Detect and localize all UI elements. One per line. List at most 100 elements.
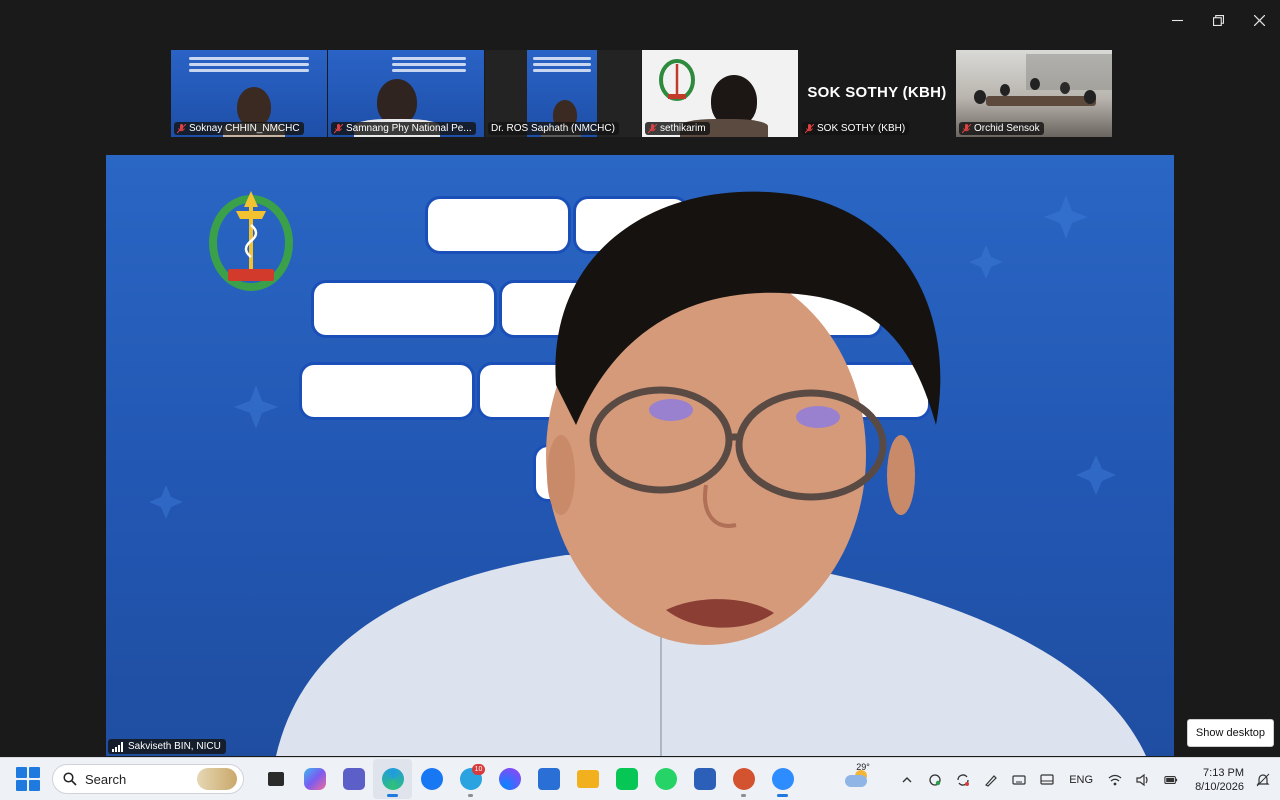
display-button[interactable] xyxy=(1033,760,1061,800)
cloud-sync-icon xyxy=(929,773,941,786)
taskbar-search[interactable]: Search xyxy=(52,764,244,794)
mic-muted-icon xyxy=(962,123,971,133)
restore-icon xyxy=(1213,14,1224,26)
telegram-app[interactable]: 10 xyxy=(451,759,490,799)
edge-app[interactable] xyxy=(373,759,412,799)
search-highlight-image xyxy=(197,768,237,790)
input-language[interactable]: ENG xyxy=(1061,774,1101,786)
refresh-icon xyxy=(957,773,970,786)
copilot-icon xyxy=(303,768,326,790)
keyboard-icon xyxy=(1012,774,1026,785)
participant-tile[interactable]: sethikarim xyxy=(642,50,798,137)
store-app[interactable] xyxy=(529,759,568,799)
network-button[interactable] xyxy=(1101,760,1129,800)
participant-name-label: Soknay CHHIN_NMCHC xyxy=(174,122,304,135)
mic-muted-icon xyxy=(177,123,186,133)
zoom-icon xyxy=(771,768,794,790)
powerpoint-icon xyxy=(732,768,755,790)
mic-muted-icon xyxy=(648,123,657,133)
zoom-app[interactable] xyxy=(763,759,802,799)
word-app[interactable] xyxy=(685,759,724,799)
active-speaker-video[interactable]: Sakviseth BIN, NICU xyxy=(106,155,1174,756)
restore-button[interactable] xyxy=(1198,0,1239,40)
show-desktop-tooltip: Show desktop xyxy=(1186,719,1274,747)
folder-icon xyxy=(576,770,599,788)
battery-icon xyxy=(1164,775,1178,784)
edge-icon xyxy=(381,768,404,790)
teams-icon xyxy=(342,768,365,790)
facebook-app[interactable] xyxy=(412,759,451,799)
participant-tile[interactable]: SOK SOTHY (KBH) SOK SOTHY (KBH) xyxy=(799,50,955,137)
close-icon xyxy=(1254,14,1265,26)
tray-app-3[interactable] xyxy=(977,760,1005,800)
line-app[interactable] xyxy=(607,759,646,799)
bell-icon xyxy=(1256,773,1270,786)
weather-widget[interactable]: 29° xyxy=(841,760,883,800)
monitor-icon xyxy=(1040,773,1054,785)
participant-tile[interactable]: Dr. ROS Saphath (NMCHC) xyxy=(485,50,641,137)
touch-keyboard-button[interactable] xyxy=(1005,760,1033,800)
mic-muted-icon xyxy=(334,123,343,133)
clock-date: 8/10/2026 xyxy=(1195,780,1244,793)
notification-center-button[interactable] xyxy=(1252,760,1274,800)
participant-tile[interactable]: Soknay CHHIN_NMCHC xyxy=(171,50,327,137)
slide-thumbnail xyxy=(388,54,470,75)
participant-name-label: Samnang Phy National Pe... xyxy=(331,122,476,135)
whatsapp-icon xyxy=(654,768,677,790)
participant-name-label: Dr. ROS Saphath (NMCHC) xyxy=(488,122,619,135)
start-button[interactable] xyxy=(16,767,40,791)
search-label: Search xyxy=(85,771,127,787)
mic-muted-icon xyxy=(805,123,814,133)
windows-logo-icon xyxy=(16,767,27,778)
battery-button[interactable] xyxy=(1157,760,1185,800)
participant-name-label: sethikarim xyxy=(645,122,710,135)
taskbar-apps: 10 xyxy=(256,759,802,799)
tray-app-2[interactable] xyxy=(949,760,977,800)
whatsapp-app[interactable] xyxy=(646,759,685,799)
store-icon xyxy=(537,768,560,790)
zoom-meeting-window: Soknay CHHIN_NMCHC Samnang Phy National … xyxy=(0,0,1280,800)
search-icon xyxy=(63,772,77,786)
tray-app-1[interactable] xyxy=(921,760,949,800)
participant-display-name: SOK SOTHY (KBH) xyxy=(807,84,947,101)
window-controls xyxy=(1157,0,1280,40)
task-view-icon xyxy=(267,772,284,786)
close-button[interactable] xyxy=(1239,0,1280,40)
volume-button[interactable] xyxy=(1129,760,1157,800)
speaker-name-label: Sakviseth BIN, NICU xyxy=(108,739,226,754)
participant-name-label: Orchid Sensok xyxy=(959,122,1044,135)
minimize-icon xyxy=(1172,19,1183,21)
participant-tile[interactable]: Orchid Sensok xyxy=(956,50,1112,137)
speaker-video xyxy=(276,191,1146,756)
cloud-icon xyxy=(845,774,868,787)
pen-input-icon xyxy=(985,774,998,787)
file-explorer-app[interactable] xyxy=(568,759,607,799)
notification-badge: 10 xyxy=(472,764,485,775)
show-hidden-icons-button[interactable] xyxy=(893,760,921,800)
copilot-app[interactable] xyxy=(295,759,334,799)
clock-time: 7:13 PM xyxy=(1203,766,1244,779)
ministry-emblem-icon xyxy=(659,59,695,101)
system-tray: 29° ENG 7:13 PM 8/10/2026 xyxy=(841,758,1280,800)
messenger-app[interactable] xyxy=(490,759,529,799)
word-icon xyxy=(693,768,716,790)
wifi-icon xyxy=(1108,774,1122,785)
chevron-up-icon xyxy=(902,776,912,782)
speaker-icon xyxy=(1136,773,1148,786)
minimize-button[interactable] xyxy=(1157,0,1198,40)
speaker-name: Sakviseth BIN, NICU xyxy=(128,741,221,752)
weather-temperature: 29° xyxy=(856,761,870,772)
task-view-button[interactable] xyxy=(256,759,295,799)
line-icon xyxy=(615,768,638,790)
taskbar-clock[interactable]: 7:13 PM 8/10/2026 xyxy=(1185,766,1252,794)
participant-name: SOK SOTHY (KBH) xyxy=(817,123,906,134)
participant-video xyxy=(680,75,768,137)
participant-name-label: SOK SOTHY (KBH) xyxy=(802,122,910,135)
slide-thumbnail xyxy=(185,54,313,75)
teams-app[interactable] xyxy=(334,759,373,799)
powerpoint-app[interactable] xyxy=(724,759,763,799)
participant-tile[interactable]: Samnang Phy National Pe... xyxy=(328,50,484,137)
facebook-icon xyxy=(420,768,443,790)
windows-taskbar: Search 10 29° ENG 7:13 PM 8/10/2026 xyxy=(0,757,1280,800)
participant-name: sethikarim xyxy=(660,123,706,134)
